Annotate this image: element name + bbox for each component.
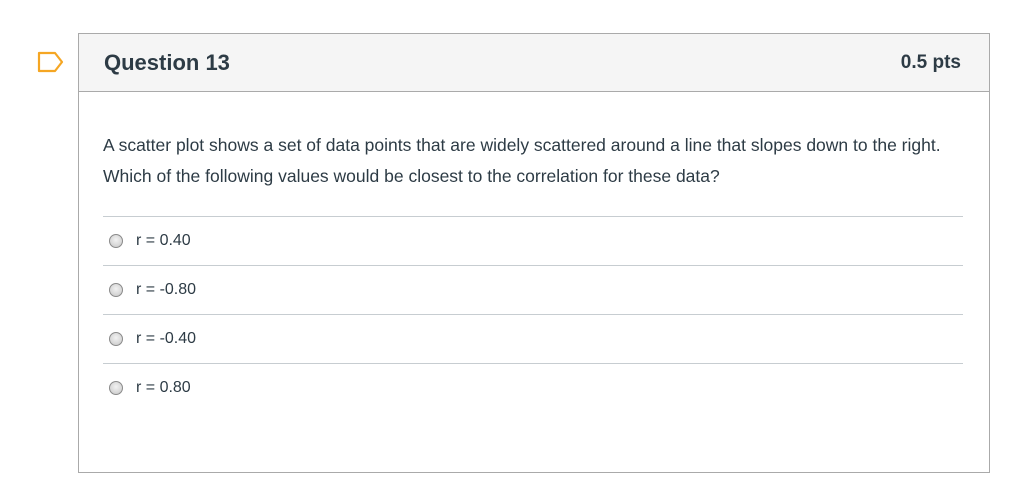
flag-question-icon[interactable] bbox=[37, 51, 65, 73]
radio-unselected-icon[interactable] bbox=[109, 283, 123, 297]
quiz-page: Question 13 0.5 pts A scatter plot shows… bbox=[0, 0, 1024, 497]
radio-unselected-icon[interactable] bbox=[109, 381, 123, 395]
question-card: Question 13 0.5 pts A scatter plot shows… bbox=[78, 33, 990, 473]
answer-label: r = 0.40 bbox=[136, 232, 191, 249]
radio-unselected-icon[interactable] bbox=[109, 332, 123, 346]
question-header: Question 13 0.5 pts bbox=[79, 34, 989, 92]
answer-label: r = -0.80 bbox=[136, 281, 197, 298]
radio-unselected-icon[interactable] bbox=[109, 234, 123, 248]
answer-list: r = 0.40 r = -0.80 r = -0.40 r = 0.80 bbox=[103, 216, 963, 412]
answer-option[interactable]: r = 0.40 bbox=[103, 216, 963, 265]
question-points: 0.5 pts bbox=[900, 51, 961, 73]
answer-option[interactable]: r = -0.40 bbox=[103, 314, 963, 363]
answer-option[interactable]: r = -0.80 bbox=[103, 265, 963, 314]
question-text: A scatter plot shows a set of data point… bbox=[103, 135, 941, 186]
answer-label: r = 0.80 bbox=[136, 379, 191, 396]
question-body: A scatter plot shows a set of data point… bbox=[79, 92, 989, 412]
flag-bookmark-icon bbox=[37, 51, 64, 73]
question-title: Question 13 bbox=[104, 49, 230, 75]
answer-option[interactable]: r = 0.80 bbox=[103, 363, 963, 412]
answer-label: r = -0.40 bbox=[136, 330, 197, 347]
